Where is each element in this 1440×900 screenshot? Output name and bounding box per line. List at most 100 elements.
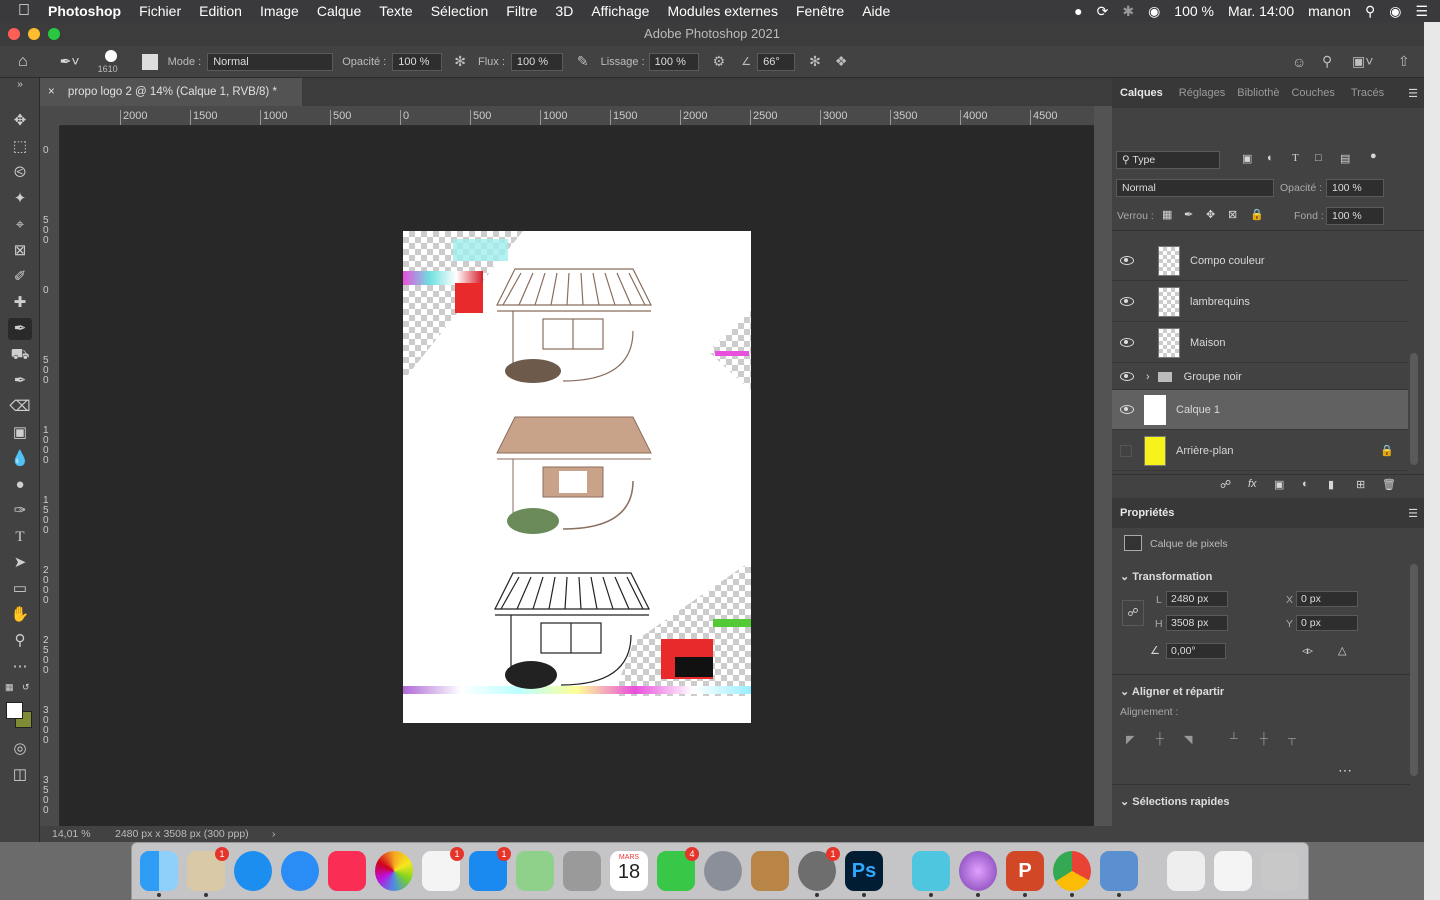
menu-aide[interactable]: Aide (853, 3, 899, 19)
clock[interactable]: Mar. 14:00 (1228, 3, 1294, 19)
creative-cloud-icon[interactable]: ● (1074, 3, 1082, 19)
tab-paths[interactable]: Tracés (1343, 87, 1392, 99)
dock-mail[interactable]: 1 (187, 847, 229, 897)
hand-tool-icon[interactable]: ✋ (8, 604, 32, 626)
layer-name[interactable]: Compo couleur (1190, 255, 1265, 267)
menu-texte[interactable]: Texte (370, 3, 421, 19)
new-group-icon[interactable]: ▮ (1328, 478, 1334, 491)
dock-png-file[interactable] (1214, 851, 1252, 891)
spotlight-icon[interactable]: ⚲ (1365, 3, 1375, 20)
quick-mask-icon[interactable]: ◎ (8, 738, 32, 760)
document-canvas[interactable] (403, 231, 751, 723)
symmetry-icon[interactable]: ❖ (835, 53, 848, 70)
layer-filter-select[interactable]: ⚲ Type (1116, 151, 1220, 169)
dock-music[interactable] (328, 851, 366, 891)
airbrush-icon[interactable]: ✎ (577, 53, 589, 70)
menu-affichage[interactable]: Affichage (582, 3, 658, 19)
canvas-area[interactable] (60, 126, 1094, 826)
mode-select[interactable]: Normal (207, 52, 334, 71)
notification-center-icon[interactable]: ☰ (1415, 3, 1428, 20)
layers-panel-menu-icon[interactable]: ☰ (1408, 87, 1418, 100)
brush-size-picker[interactable]: 1610 (98, 48, 124, 76)
bluetooth-icon[interactable]: ✱ (1122, 3, 1134, 20)
foreground-color-swatch[interactable] (6, 702, 23, 719)
dock-safari[interactable] (234, 851, 272, 891)
layer-opacity-input[interactable]: 100 % (1326, 179, 1384, 197)
crop-tool-icon[interactable]: ⌖ (8, 214, 32, 236)
menu-modules[interactable]: Modules externes (658, 3, 787, 19)
minimize-window-button[interactable] (28, 28, 40, 40)
default-colors-icon[interactable]: ▦ (5, 682, 14, 693)
dock-app-store[interactable]: 1 (469, 847, 511, 891)
magic-wand-tool-icon[interactable]: ✦ (8, 188, 32, 210)
clone-stamp-tool-icon[interactable]: ⛟ (8, 344, 32, 366)
dock-messages[interactable] (281, 851, 319, 891)
zoom-level[interactable]: 14,01 % (52, 826, 91, 842)
sync-icon[interactable]: ⟳ (1097, 3, 1109, 20)
height-input[interactable]: 3508 px (1166, 615, 1228, 631)
move-tool-icon[interactable]: ✥ (8, 110, 32, 132)
lock-paint-icon[interactable]: ✒ (1184, 208, 1193, 221)
align-left-icon[interactable]: ◤ (1126, 733, 1134, 746)
tab-layers[interactable]: Calques (1112, 87, 1171, 99)
dock-notebook[interactable] (751, 851, 789, 891)
visibility-eye-icon[interactable] (1120, 297, 1134, 306)
smoothing-options-icon[interactable]: ⚙ (713, 53, 726, 70)
lock-artboard-icon[interactable]: ⊠ (1228, 208, 1237, 221)
add-mask-icon[interactable]: ▣ (1274, 478, 1284, 491)
app-menu[interactable]: Photoshop (39, 3, 130, 19)
adjustment-layer-icon[interactable]: ◐ (1302, 478, 1309, 490)
more-options-icon[interactable]: ⋯ (1338, 762, 1352, 779)
visibility-eye-icon[interactable] (1120, 256, 1134, 265)
path-selection-tool-icon[interactable]: ➤ (8, 552, 32, 574)
quick-selections-toggle[interactable]: ⌄ Sélections rapides (1120, 795, 1230, 808)
dock-calculator[interactable] (563, 851, 601, 891)
marquee-tool-icon[interactable]: ⬚ (8, 136, 32, 158)
tab-adjustments[interactable]: Réglages (1171, 87, 1233, 99)
screen-mode-icon[interactable]: ◫ (8, 764, 32, 786)
layer-row[interactable]: Arrière-plan 🔒 (1112, 431, 1408, 471)
properties-panel-menu-icon[interactable]: ☰ (1408, 507, 1418, 520)
dock-launchpad[interactable] (704, 851, 742, 891)
document-tab[interactable]: × propo logo 2 @ 14% (Calque 1, RVB/8) * (40, 78, 302, 106)
pressure-opacity-icon[interactable]: ✻ (454, 53, 466, 70)
x-input[interactable]: 0 px (1296, 591, 1358, 607)
dock-calendar[interactable]: MARS 18 (610, 851, 648, 891)
tab-libraries[interactable]: Bibliothè (1233, 87, 1283, 99)
flux-input[interactable]: 100 % (510, 52, 563, 71)
layer-row[interactable]: Compo couleur (1112, 241, 1408, 281)
lock-all-icon[interactable]: 🔒 (1250, 208, 1264, 221)
more-tools-icon[interactable]: ⋯ (8, 656, 32, 678)
wifi-icon[interactable]: ◉ (1148, 3, 1160, 20)
toolbar-collapse-icon[interactable]: » (8, 78, 32, 92)
tab-channels[interactable]: Couches (1283, 87, 1342, 99)
link-dimensions-icon[interactable]: ☍ (1122, 600, 1144, 626)
transform-section-toggle[interactable]: ⌄ Transformation (1120, 570, 1212, 583)
battery-status[interactable]: 100 % (1174, 3, 1214, 19)
status-menu-icon[interactable]: › (272, 826, 276, 842)
brush-angle-input[interactable]: 66° (757, 52, 796, 71)
dock-powerpoint[interactable]: P (1006, 851, 1044, 897)
layer-row[interactable]: Maison (1112, 323, 1408, 363)
tab-properties[interactable]: Propriétés (1112, 507, 1182, 519)
flip-horizontal-icon[interactable]: ◃▹ (1302, 644, 1313, 657)
rotation-input[interactable]: 0,00° (1166, 643, 1226, 659)
history-brush-tool-icon[interactable]: ✒ (8, 370, 32, 392)
width-input[interactable]: 2480 px (1166, 591, 1228, 607)
delete-layer-icon[interactable]: 🗑 (1382, 478, 1396, 491)
frame-tool-icon[interactable]: ⊠ (8, 240, 32, 262)
layers-scrollbar[interactable] (1410, 353, 1418, 465)
layer-name[interactable]: Calque 1 (1176, 404, 1220, 416)
visibility-eye-icon[interactable] (1120, 405, 1134, 414)
brush-tool-icon[interactable]: ✒ (8, 318, 32, 340)
align-hcenter-icon[interactable]: ┼ (1156, 733, 1164, 745)
dock-preview[interactable] (1100, 851, 1138, 897)
close-tab-icon[interactable]: × (48, 86, 55, 98)
dock-facetime[interactable]: 4 (657, 847, 699, 891)
smoothing-input[interactable]: 100 % (648, 52, 699, 71)
layer-style-icon[interactable]: fx (1248, 478, 1257, 490)
visibility-eye-icon[interactable] (1120, 444, 1132, 457)
apple-menu-icon[interactable]:  (0, 2, 39, 20)
align-bottom-icon[interactable]: ┬ (1288, 733, 1296, 745)
y-input[interactable]: 0 px (1296, 615, 1358, 631)
